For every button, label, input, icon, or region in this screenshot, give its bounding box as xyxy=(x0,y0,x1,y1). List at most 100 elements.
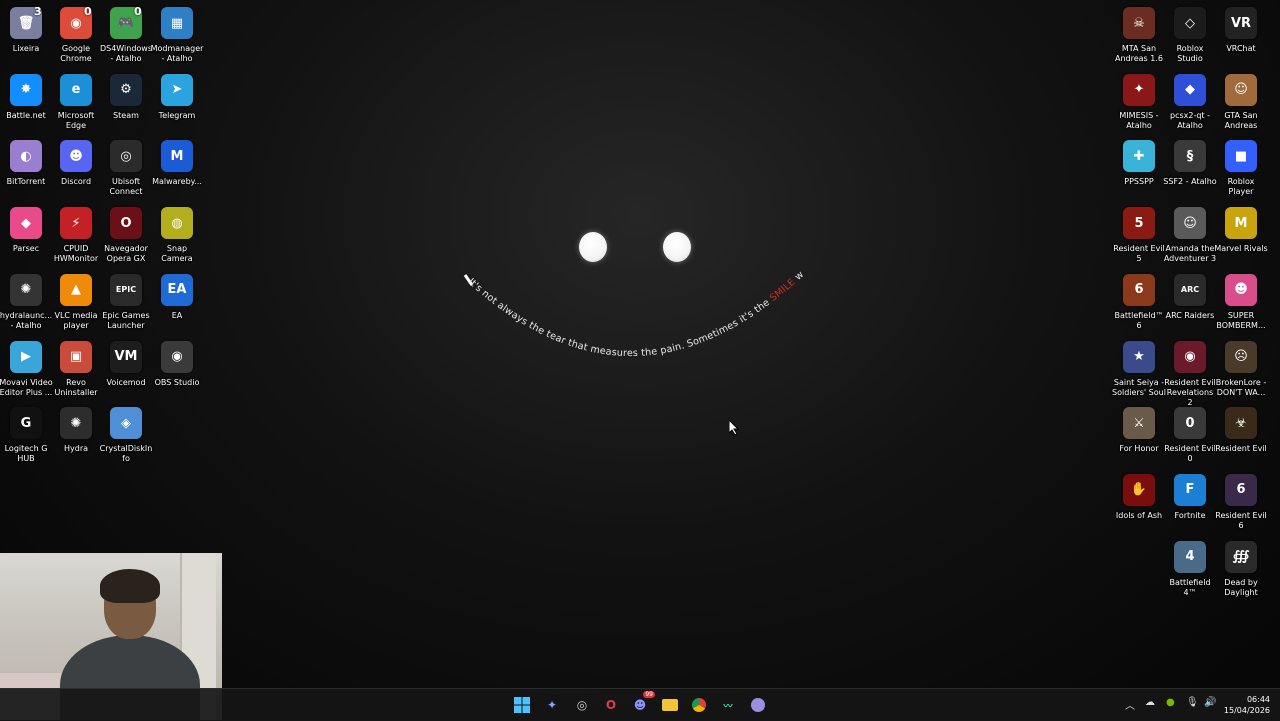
desktop-icon[interactable]: ☺ Amanda the Adventurer 3 xyxy=(1164,202,1216,264)
aperture-icon: ◎ xyxy=(576,698,588,712)
desktop-icon[interactable]: G Logitech G HUB xyxy=(0,402,52,464)
desktop-icon[interactable]: ⚔ For Honor xyxy=(1113,402,1165,454)
desktop-icon-label: EA xyxy=(171,310,183,320)
taskbar-clock[interactable]: 06:44 15/04/2026 xyxy=(1224,694,1270,716)
desktop-icon-label: VLC media player xyxy=(54,310,98,330)
mta-icon: ☠ xyxy=(1123,7,1155,39)
desktop-icon[interactable]: ☻ SUPER BOMBERM... xyxy=(1215,269,1267,331)
desktop-icon[interactable]: ☻ Discord xyxy=(50,135,102,187)
desktop-icon[interactable]: ✺ Hydra xyxy=(50,402,102,454)
desktop-icon-label: Snap Camera xyxy=(161,244,193,264)
desktop-icon-label: MTA San Andreas 1.6 xyxy=(1115,44,1163,63)
desktop-icon[interactable]: ➤ Telegram xyxy=(151,69,203,121)
desktop-icon[interactable]: VR VRChat xyxy=(1215,2,1267,54)
start-button[interactable] xyxy=(512,695,532,715)
desktop-icon[interactable]: ★ Saint Seiya - Soldiers' Soul xyxy=(1112,336,1166,398)
desktop-icon[interactable]: 4 Battlefield 4™ xyxy=(1164,536,1216,598)
taskbar-copilot[interactable]: ✦ xyxy=(542,695,562,715)
taskbar-bittorrent[interactable] xyxy=(748,695,768,715)
desktop-icon[interactable]: ☹ BrokenLore - DON'T WA... xyxy=(1215,336,1267,398)
tray-network-icon[interactable]: ☁ xyxy=(1145,697,1155,708)
roblox-studio-icon: ◇ xyxy=(1174,7,1206,39)
taskbar-file-explorer[interactable] xyxy=(660,695,680,715)
bf4-icon: 4 xyxy=(1174,540,1206,573)
desktop-icon[interactable]: ◉ OBS Studio xyxy=(151,336,203,388)
mouse-cursor-icon xyxy=(729,420,740,436)
desktop-icon[interactable]: M Malwareby... xyxy=(151,135,203,187)
desktop-icon[interactable]: ◐ BitTorrent xyxy=(0,135,52,187)
bf6-icon: 6 xyxy=(1123,273,1155,306)
taskbar-chrome[interactable] xyxy=(689,695,709,715)
desktop-icon-label: PPSSPP xyxy=(1124,177,1154,187)
desktop-icon[interactable]: F Fortnite xyxy=(1164,469,1216,521)
taskbar-voicemod[interactable]: 〰 xyxy=(718,695,738,715)
tray-microphone-icon[interactable]: 🎙 xyxy=(1186,697,1199,708)
desktop-icon[interactable]: ◆ Parsec xyxy=(0,202,52,254)
desktop-icon[interactable]: ◆ pcsx2-qt - Atalho xyxy=(1164,69,1216,131)
desktop-icon[interactable]: EA EA xyxy=(151,269,203,321)
taskbar: ✦ ◎ O ☻ 99 〰 ︿ ☁ ● 🎙 🔊 06:44 15/04/2026 xyxy=(0,688,1280,721)
desktop-icon[interactable]: ✺ hydralaunc... - Atalho xyxy=(0,269,52,331)
desktop-icon[interactable]: ◉ Resident Evil Revelations 2 xyxy=(1164,336,1216,408)
desktop-icon[interactable]: ◎ Ubisoft Connect xyxy=(100,135,152,197)
desktop-icon[interactable]: 5 Resident Evil 5 xyxy=(1113,202,1165,264)
taskbar-opera-gx[interactable]: O xyxy=(601,695,621,715)
desktop-icon[interactable]: ✦ MIMESIS - Atalho xyxy=(1113,69,1165,131)
mimesis-icon: ✦ xyxy=(1123,73,1155,106)
taskbar-app-2[interactable]: ◎ xyxy=(572,695,592,715)
parsec-icon: ◆ xyxy=(10,207,42,240)
desktop-icon[interactable]: 6 Battlefield™ 6 xyxy=(1113,269,1165,331)
clock-date: 15/04/2026 xyxy=(1223,706,1270,715)
desktop-icon[interactable]: ◈ CrystalDiskInfo xyxy=(100,402,152,464)
discord-icon: ☻ xyxy=(633,698,647,712)
modmanager-icon: ▦ xyxy=(161,7,193,39)
desktop-icon-label: Fortnite xyxy=(1174,510,1206,520)
desktop-icon[interactable]: 6 Resident Evil 6 xyxy=(1215,469,1267,531)
opera-gx-icon: O xyxy=(605,698,617,712)
webcam-person-hair xyxy=(100,569,160,603)
desktop-icon[interactable]: e Microsoft Edge xyxy=(50,69,102,131)
desktop-icon[interactable]: ☠ MTA San Andreas 1.6 xyxy=(1113,2,1165,64)
roblox-player-icon: ■ xyxy=(1225,140,1257,173)
desktop-icon-label: BrokenLore - DON'T WA... xyxy=(1215,377,1267,397)
desktop-icon[interactable]: ■ Roblox Player xyxy=(1215,135,1267,197)
clock-time: 06:44 xyxy=(1246,695,1270,704)
icon-badge: 3 xyxy=(34,5,42,18)
desktop-icon[interactable]: ⚙ Steam xyxy=(100,69,152,121)
taskbar-discord[interactable]: ☻ 99 xyxy=(630,691,655,715)
desktop-icon[interactable]: ✸ Battle.net xyxy=(0,69,52,121)
desktop-icon[interactable]: 🎮 DS4Windows - Atalho 0 xyxy=(100,2,152,64)
discord-badge: 99 xyxy=(643,691,655,698)
desktop-icon[interactable]: ◇ Roblox Studio xyxy=(1164,2,1216,64)
desktop-icon[interactable]: 0 Resident Evil 0 xyxy=(1164,402,1216,464)
tray-volume-icon[interactable]: 🔊 xyxy=(1204,697,1216,708)
desktop-icon[interactable]: ◉ Google Chrome 0 xyxy=(50,2,102,64)
desktop-icon[interactable]: ARC ARC Raiders xyxy=(1164,269,1216,321)
desktop-icon[interactable]: ☺ GTA San Andreas xyxy=(1215,69,1267,131)
tray-chevron-up-icon[interactable]: ︿ xyxy=(1125,697,1135,712)
desktop-icon[interactable]: ▦ Modmanager - Atalho xyxy=(151,2,203,64)
desktop-icon[interactable]: ◍ Snap Camera xyxy=(151,202,203,264)
desktop-icon-label: Parsec xyxy=(12,244,40,254)
desktop-icon[interactable]: ▶ Movavi Video Editor Plus ... xyxy=(0,336,53,398)
re5-icon: 5 xyxy=(1123,207,1155,240)
desktop-icon-label: Epic Games Launcher xyxy=(102,310,150,330)
battlenet-icon: ✸ xyxy=(10,73,42,106)
desktop-icon[interactable]: § SSF2 - Atalho xyxy=(1163,135,1217,187)
desktop-icon[interactable]: ✚ PPSSPP xyxy=(1113,135,1165,187)
desktop-icon[interactable]: 🗑 Lixeira 3 xyxy=(0,2,52,54)
ea-icon: EA xyxy=(161,273,193,306)
desktop-icon[interactable]: ⚡ CPUID HWMonitor xyxy=(50,202,102,264)
desktop-icon[interactable]: O Navegador Opera GX xyxy=(100,202,152,264)
desktop-icon[interactable]: ✋ Idols of Ash xyxy=(1113,469,1165,521)
desktop-icon-label: ARC Raiders xyxy=(1165,310,1215,320)
desktop-icon[interactable]: ▲ VLC media player xyxy=(50,269,102,331)
desktop-icon[interactable]: M Marvel Rivals xyxy=(1214,202,1268,254)
desktop-icon[interactable]: EPIC Epic Games Launcher xyxy=(100,269,152,331)
desktop-icon[interactable]: ☣ Resident Evil xyxy=(1215,402,1267,454)
desktop-icon[interactable]: ▣ Revo Uninstaller xyxy=(50,336,102,398)
desktop-icon[interactable]: ∰ Dead by Daylight xyxy=(1215,536,1267,598)
tray-nvidia-icon[interactable]: ● xyxy=(1166,697,1175,708)
desktop-icon[interactable]: VM Voicemod xyxy=(100,336,152,388)
brokenlore-icon: ☹ xyxy=(1225,340,1257,373)
